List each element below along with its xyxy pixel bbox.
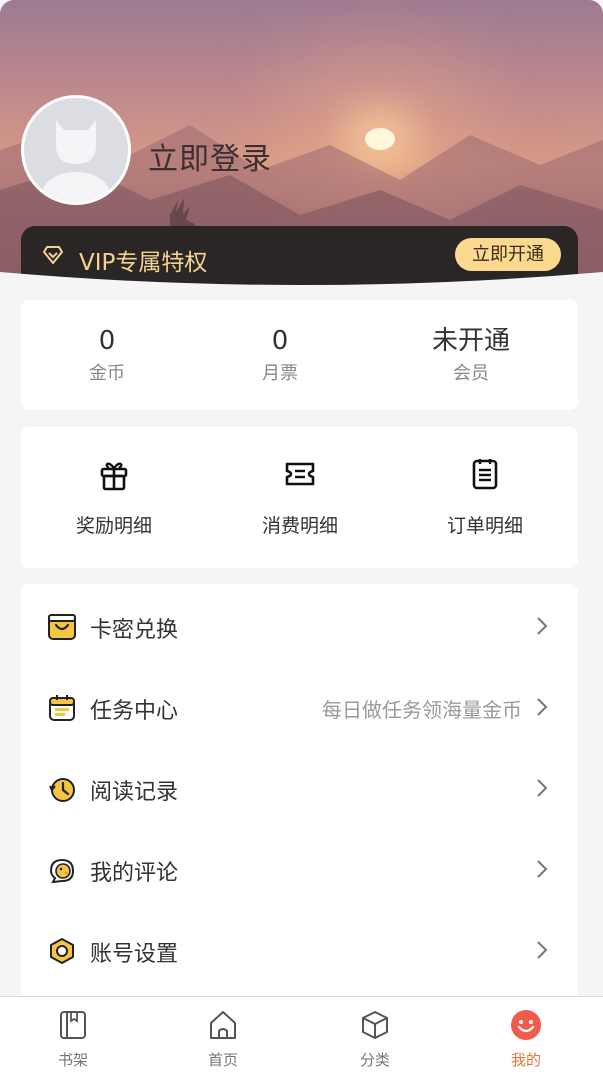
tab-label: 书架 bbox=[57, 1051, 88, 1069]
menu-item-label: 阅读记录 bbox=[90, 780, 179, 805]
avatar[interactable] bbox=[21, 95, 131, 205]
default-avatar-icon bbox=[42, 120, 110, 202]
order-list-icon bbox=[472, 459, 498, 490]
stat-membership[interactable]: 未开通 会员 bbox=[401, 322, 541, 388]
menu-list: 卡密兑换 任务中心 每日做任务领海量金币 阅读记录 我的评论 账号设置 bbox=[21, 584, 578, 1004]
bottom-tab-bar: 书架 首页 分类 我的 bbox=[0, 996, 603, 1074]
detail-label: 奖励明细 bbox=[75, 515, 152, 537]
menu-item-hint: 每日做任务领海量金币 bbox=[322, 698, 522, 722]
settings-icon bbox=[50, 938, 74, 964]
stat-coins[interactable]: 0 金币 bbox=[37, 322, 177, 388]
menu-item-reading-history[interactable]: 阅读记录 bbox=[21, 748, 578, 828]
gift-icon bbox=[100, 462, 128, 491]
menu-item-task-center[interactable]: 任务中心 每日做任务领海量金币 bbox=[21, 667, 578, 747]
stat-label: 金币 bbox=[89, 363, 125, 384]
stats-card: 0 金币 0 月票 未开通 会员 bbox=[21, 300, 578, 410]
menu-item-label: 我的评论 bbox=[90, 861, 179, 886]
consumption-details-button[interactable]: 消费明细 bbox=[230, 457, 370, 538]
stat-label: 会员 bbox=[453, 363, 489, 384]
ticket-icon bbox=[285, 462, 315, 486]
tab-label: 我的 bbox=[510, 1051, 541, 1069]
tab-label: 分类 bbox=[359, 1051, 390, 1069]
header-curve bbox=[0, 272, 603, 300]
chevron-right-icon bbox=[537, 779, 548, 797]
smile-face-icon bbox=[511, 1010, 541, 1040]
login-link[interactable]: 立即登录 bbox=[148, 134, 272, 178]
bookshelf-icon bbox=[60, 1011, 86, 1039]
tab-home[interactable]: 首页 bbox=[178, 1009, 268, 1070]
tab-mine[interactable]: 我的 bbox=[481, 1009, 571, 1070]
order-details-button[interactable]: 订单明细 bbox=[415, 457, 555, 538]
comment-chick-icon bbox=[49, 858, 75, 884]
tab-label: 首页 bbox=[207, 1051, 238, 1069]
menu-item-account-settings[interactable]: 账号设置 bbox=[21, 910, 578, 990]
menu-item-label: 卡密兑换 bbox=[90, 618, 179, 643]
chevron-right-icon bbox=[537, 617, 548, 635]
tab-bookshelf[interactable]: 书架 bbox=[28, 1009, 118, 1070]
chevron-right-icon bbox=[537, 860, 548, 878]
tab-category[interactable]: 分类 bbox=[330, 1009, 420, 1070]
card-redeem-icon bbox=[48, 614, 76, 640]
details-card: 奖励明细 消费明细 订单明细 bbox=[21, 427, 578, 568]
home-icon bbox=[210, 1011, 236, 1039]
stat-value: 0 bbox=[271, 326, 289, 356]
menu-item-label: 账号设置 bbox=[90, 942, 179, 967]
stat-label: 月票 bbox=[262, 363, 298, 384]
menu-item-card-redeem[interactable]: 卡密兑换 bbox=[21, 586, 578, 666]
chevron-right-icon bbox=[537, 941, 548, 959]
reward-details-button[interactable]: 奖励明细 bbox=[44, 457, 184, 538]
menu-item-my-comments[interactable]: 我的评论 bbox=[21, 829, 578, 909]
stat-monthly-tickets[interactable]: 0 月票 bbox=[210, 322, 350, 388]
menu-item-label: 任务中心 bbox=[90, 699, 179, 724]
stat-value: 0 bbox=[98, 326, 116, 356]
detail-label: 消费明细 bbox=[261, 515, 338, 537]
calendar-task-icon bbox=[49, 695, 75, 721]
chevron-right-icon bbox=[537, 698, 548, 716]
stat-value: 未开通 bbox=[431, 326, 510, 356]
detail-label: 订单明细 bbox=[446, 515, 523, 537]
history-clock-icon bbox=[49, 778, 75, 802]
category-box-icon bbox=[362, 1011, 388, 1039]
